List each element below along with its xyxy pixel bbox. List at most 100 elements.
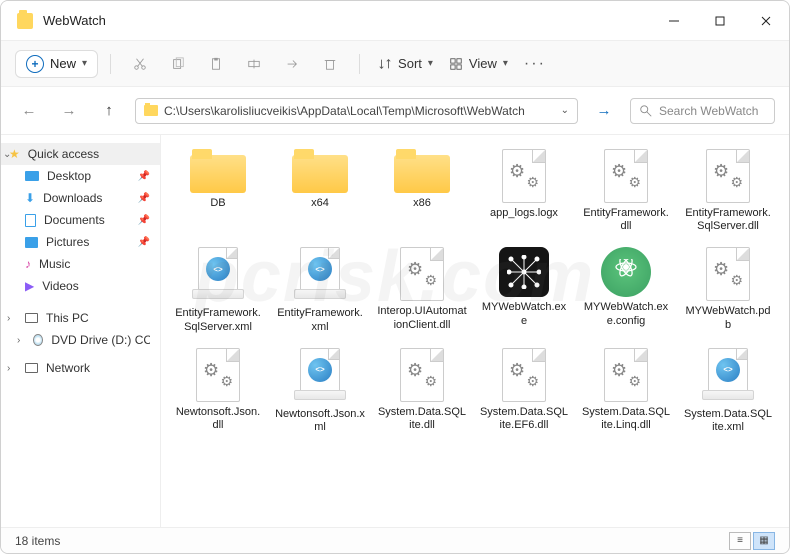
cut-icon [133,57,147,71]
details-view-button[interactable]: ≡ [729,532,751,550]
xml-file-icon [294,348,346,404]
paste-icon [209,57,223,71]
file-item[interactable]: x86 [375,149,469,233]
sidebar-item-desktop[interactable]: Desktop📌 [1,165,160,187]
close-icon [759,14,773,28]
gear-icon [613,163,639,189]
cut-button[interactable] [123,49,157,79]
address-input[interactable]: C:\Users\karolisliucveikis\AppData\Local… [135,98,578,124]
gear-icon [613,362,639,388]
up-button[interactable]: ↑ [95,97,123,125]
sidebar-this-pc[interactable]: ›This PC [1,307,160,329]
disc-icon [33,334,43,346]
file-item[interactable]: MYWebWatch.pdb [681,247,775,333]
file-label: MYWebWatch.exe [479,301,569,327]
sort-button[interactable]: Sort ▾ [372,56,439,71]
file-item[interactable]: MYWebWatch.exe [477,247,571,333]
rename-icon [247,57,261,71]
paste-button[interactable] [199,49,233,79]
view-button[interactable]: View ▾ [443,56,514,71]
delete-icon [323,57,337,71]
file-icon [400,348,444,402]
file-item[interactable]: System.Data.SQLite.dll [375,348,469,434]
search-input[interactable]: Search WebWatch [630,98,775,124]
chevron-down-icon: ▾ [428,58,433,69]
copy-icon [171,57,185,71]
folder-icon [17,13,33,29]
back-button[interactable]: ← [15,97,43,125]
file-item[interactable]: Interop.UIAutomationClient.dll [375,247,469,333]
file-label: x86 [413,197,431,223]
pc-icon [25,313,38,323]
share-icon [285,57,299,71]
maximize-button[interactable] [697,1,743,41]
file-item[interactable]: EntityFramework.SqlServer.xml [171,247,265,333]
refresh-button[interactable]: → [590,97,618,125]
gear-icon [511,362,537,388]
file-icon [196,348,240,402]
file-item[interactable]: x64 [273,149,367,233]
file-item[interactable]: EntityFramework.SqlServer.dll [681,149,775,233]
copy-button[interactable] [161,49,195,79]
address-bar: ← → ↑ C:\Users\karolisliucveikis\AppData… [1,87,789,135]
file-label: DB [210,197,225,223]
file-item[interactable]: System.Data.SQLite.xml [681,348,775,434]
minimize-icon [667,14,681,28]
new-button[interactable]: + New ▾ [15,50,98,78]
file-item[interactable]: DB [171,149,265,233]
file-item[interactable]: EntityFramework.dll [579,149,673,233]
xml-file-icon [192,247,244,303]
gear-icon [715,163,741,189]
file-list[interactable]: DB x64 x86 app_logs.logxEntityFramework.dll… [161,135,789,527]
delete-button[interactable] [313,49,347,79]
sidebar-quick-access[interactable]: ⌄ ★ Quick access [1,143,160,165]
file-label: MYWebWatch.exe.config [581,301,671,327]
plus-circle-icon: + [26,55,44,73]
file-item[interactable]: Newtonsoft.Json.xml [273,348,367,434]
file-icon [502,348,546,402]
file-label: Newtonsoft.Json.xml [275,408,365,434]
forward-button[interactable]: → [55,97,83,125]
music-icon: ♪ [25,257,31,271]
sidebar-item-documents[interactable]: Documents📌 [1,209,160,231]
rename-button[interactable] [237,49,271,79]
statusbar: 18 items ≡ ▦ [1,527,789,553]
address-path: C:\Users\karolisliucveikis\AppData\Local… [164,104,555,118]
separator [359,54,360,74]
sort-icon [378,57,392,71]
file-label: EntityFramework.SqlServer.dll [683,207,773,233]
sidebar-dvd-drive[interactable]: ›DVD Drive (D:) CCCC [1,329,160,351]
chevron-right-icon: › [17,335,20,346]
file-item[interactable]: app_logs.logx [477,149,571,233]
more-button[interactable]: ··· [518,49,552,79]
gear-icon [205,362,231,388]
sidebar-item-downloads[interactable]: ⬇Downloads📌 [1,187,160,209]
sidebar-item-videos[interactable]: ▶Videos [1,275,160,297]
file-label: EntityFramework.xml [275,307,365,333]
item-count: 18 items [15,534,60,548]
close-button[interactable] [743,1,789,41]
search-placeholder: Search WebWatch [659,104,758,118]
gear-icon [511,163,537,189]
file-item[interactable]: System.Data.SQLite.Linq.dll [579,348,673,434]
sidebar-network[interactable]: ›Network [1,357,160,379]
download-icon: ⬇ [25,191,35,205]
sort-label: Sort [398,56,422,71]
file-item[interactable]: EntityFramework.xml [273,247,367,333]
folder-icon [292,149,348,193]
chevron-right-icon: › [7,313,10,324]
gear-icon [715,261,741,287]
sidebar-item-pictures[interactable]: Pictures📌 [1,231,160,253]
icons-view-button[interactable]: ▦ [753,532,775,550]
sidebar-item-music[interactable]: ♪Music [1,253,160,275]
minimize-button[interactable] [651,1,697,41]
file-icon [604,348,648,402]
file-item[interactable]: Newtonsoft.Json.dll [171,348,265,434]
file-item[interactable]: MYWebWatch.exe.config [579,247,673,333]
explorer-window: WebWatch + New ▾ Sort [0,0,790,554]
document-icon [25,214,36,227]
share-button[interactable] [275,49,309,79]
file-label: MYWebWatch.pdb [683,305,773,331]
chevron-down-icon[interactable]: ⌄ [561,105,569,116]
file-item[interactable]: System.Data.SQLite.EF6.dll [477,348,571,434]
